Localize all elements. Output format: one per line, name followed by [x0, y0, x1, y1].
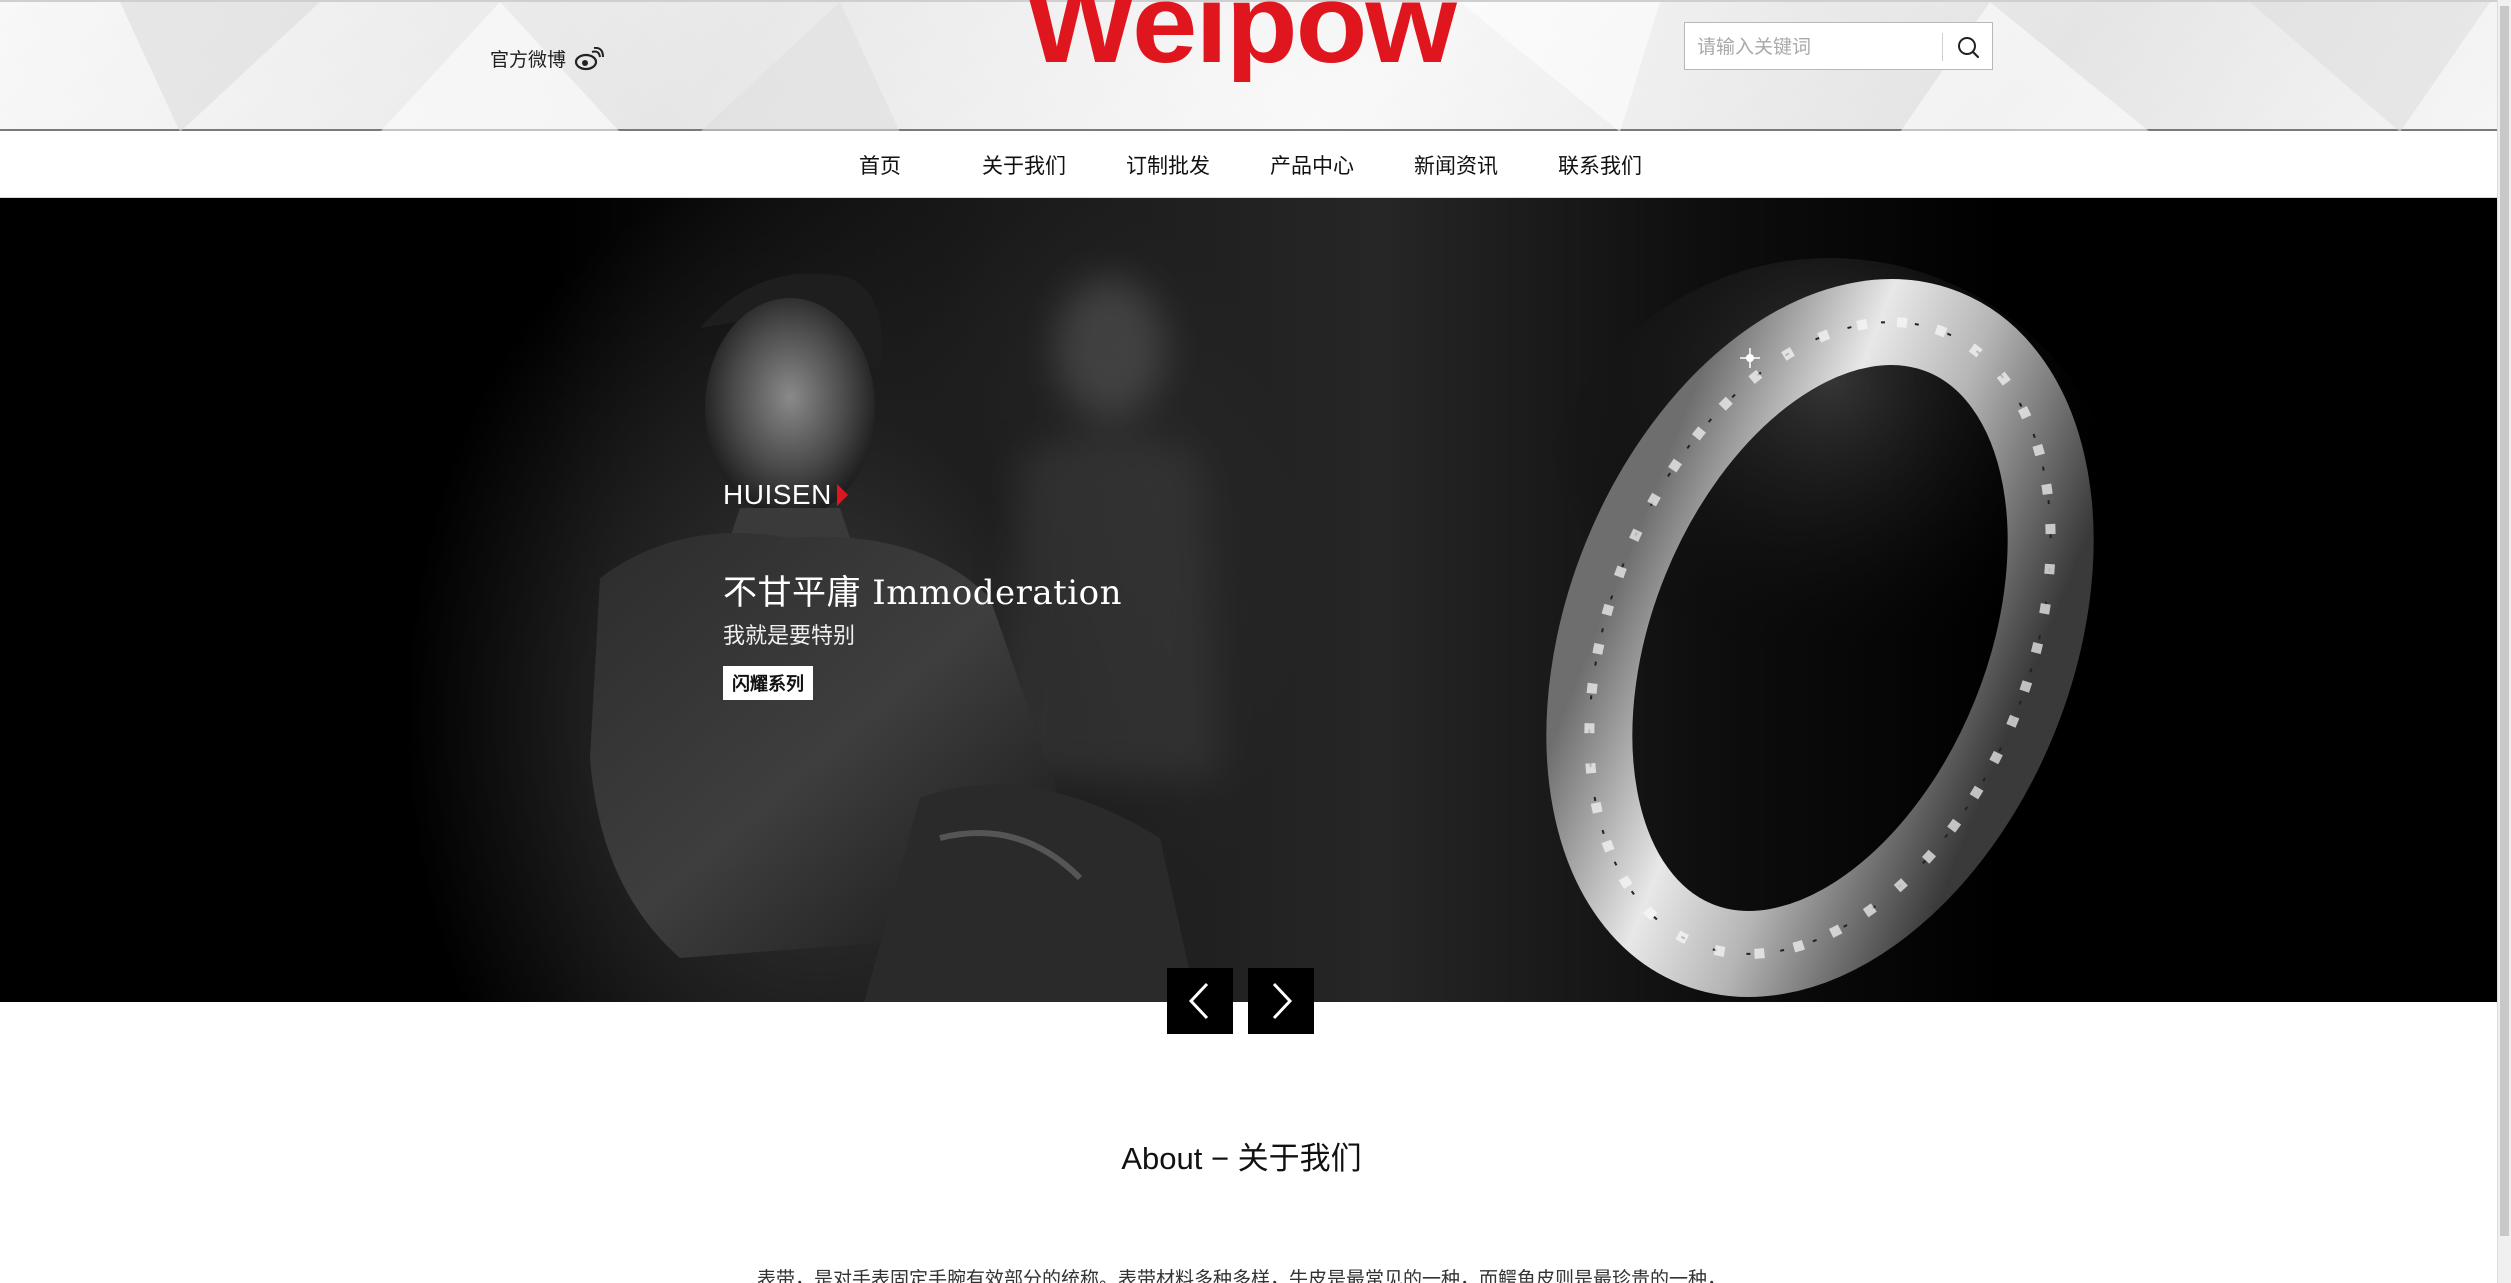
about-intro-text: 表带，是对手表固定手腕有效部分的统称。表带材料多种多样，牛皮是最常见的一种，而鳄…	[756, 1268, 1726, 1283]
search-divider	[1942, 33, 1943, 61]
play-arrow-icon	[836, 484, 848, 506]
search-box	[1684, 22, 1993, 70]
hero-banner[interactable]: HUISEN 不甘平庸 Immoderation 我就是要特别 闪耀系列	[0, 198, 2511, 1002]
model-man-image	[590, 273, 1197, 1002]
prev-slide-button[interactable]	[1167, 968, 1233, 1034]
nav-item-custom-wholesale[interactable]: 订制批发	[1096, 150, 1240, 180]
page: 官方微博 Weipow 首页 关于我们 订制批发 产品中心 新	[0, 0, 2511, 1283]
brand-tag: HUISEN	[723, 479, 848, 511]
site-logo[interactable]: Weipow	[1020, 0, 1461, 82]
weibo-label: 官方微博	[490, 49, 567, 71]
nav-item-news[interactable]: 新闻资讯	[1384, 150, 1528, 180]
page-scrollbar[interactable]	[2497, 0, 2511, 1283]
nav-item-home[interactable]: 首页	[808, 150, 952, 180]
nav-item-products[interactable]: 产品中心	[1240, 150, 1384, 180]
search-input[interactable]	[1695, 29, 1939, 65]
nav-item-about[interactable]: 关于我们	[952, 150, 1096, 180]
weibo-icon	[574, 46, 605, 70]
search-icon	[1958, 37, 1980, 59]
scrollbar-thumb[interactable]	[2500, 6, 2509, 1236]
official-weibo-link[interactable]: 官方微博	[490, 45, 605, 72]
bracelet-product-image	[1530, 258, 2120, 997]
series-button[interactable]: 闪耀系列	[723, 666, 813, 700]
banner-headline: 不甘平庸 Immoderation	[723, 573, 1123, 613]
next-slide-button[interactable]	[1248, 968, 1314, 1034]
nav-item-contact[interactable]: 联系我们	[1528, 150, 1672, 180]
banner-background	[0, 198, 2511, 1002]
main-nav: 首页 关于我们 订制批发 产品中心 新闻资讯 联系我们	[0, 131, 2511, 198]
chevron-right-icon	[1272, 982, 1293, 1020]
about-section-title: About − 关于我们	[1121, 1141, 1362, 1176]
chevron-left-icon	[1188, 982, 1209, 1020]
search-button[interactable]	[1947, 27, 1991, 67]
brand-name: HUISEN	[723, 479, 832, 510]
site-header: 官方微博 Weipow	[0, 0, 2511, 132]
banner-subline: 我就是要特别	[723, 624, 856, 649]
